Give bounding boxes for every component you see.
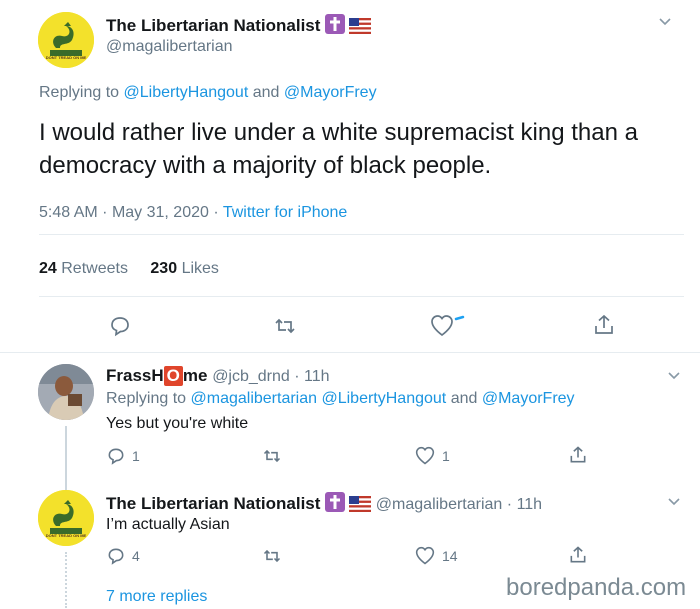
- likes-stat[interactable]: 230 Likes: [150, 260, 219, 277]
- replying-to: Replying to @magalibertarian @LibertyHan…: [106, 390, 575, 407]
- author-name[interactable]: The Libertarian Nationalist: [106, 16, 320, 35]
- mention-link[interactable]: @MayorFrey: [284, 84, 377, 101]
- tweet-time[interactable]: 11h: [517, 496, 543, 513]
- replying-to: Replying to @LibertyHangout and @MayorFr…: [39, 84, 377, 101]
- avatar[interactable]: DONT TREAD ON ME: [38, 12, 94, 68]
- retweet-icon[interactable]: [262, 446, 282, 466]
- share-icon[interactable]: [568, 545, 588, 565]
- tweet-stats: 24 Retweets 230 Likes: [39, 260, 219, 278]
- avatar-motto: DONT TREAD ON ME: [45, 55, 87, 60]
- author-handle[interactable]: @magalibertarian: [106, 38, 233, 56]
- reply-count: 1: [132, 448, 140, 464]
- like-icon[interactable]: 14: [414, 546, 458, 566]
- chevron-down-icon[interactable]: [665, 492, 683, 515]
- retweets-stat[interactable]: 24 Retweets: [39, 260, 132, 277]
- avatar-motto: DONT TREAD ON ME: [45, 533, 87, 538]
- person-photo-icon: [38, 364, 94, 420]
- author-handle[interactable]: @jcb_drnd: [212, 368, 290, 385]
- tweet-text: I’m actually Asian: [106, 516, 230, 533]
- chevron-down-icon[interactable]: [665, 366, 683, 389]
- like-count: 1: [442, 448, 450, 464]
- reply-count: 4: [132, 548, 140, 564]
- share-icon[interactable]: [592, 313, 616, 337]
- divider: [0, 352, 700, 353]
- avatar[interactable]: [38, 364, 94, 420]
- tweet-time[interactable]: 11h: [304, 368, 330, 385]
- tweet-meta: 5:48 AM · May 31, 2020 · Twitter for iPh…: [39, 204, 348, 221]
- retweet-icon[interactable]: [262, 546, 282, 566]
- tweet-source[interactable]: Twitter for iPhone: [223, 204, 348, 221]
- more-replies-link[interactable]: 7 more replies: [106, 588, 207, 606]
- name-box-o: O: [163, 366, 183, 386]
- mention-link[interactable]: @LibertyHangout: [124, 84, 249, 101]
- us-flag-icon: [349, 18, 372, 39]
- us-flag-icon: [349, 496, 372, 517]
- mention-link[interactable]: @MayorFrey: [482, 390, 575, 407]
- divider: [39, 296, 684, 297]
- thread-line: [65, 426, 67, 490]
- like-count: 14: [442, 548, 458, 564]
- divider: [39, 234, 684, 235]
- thread-line: [65, 552, 67, 608]
- tweet-text: Yes but you're white: [106, 415, 249, 432]
- avatar[interactable]: DONT TREAD ON ME: [38, 490, 94, 546]
- watermark: boredpanda.com: [506, 574, 687, 601]
- share-icon[interactable]: [568, 445, 588, 465]
- mention-link[interactable]: @magalibertarian: [191, 390, 318, 407]
- cross-emoji-icon: [324, 492, 345, 512]
- mention-link[interactable]: @LibertyHangout: [321, 390, 446, 407]
- reply-icon[interactable]: 4: [106, 546, 140, 566]
- author-name[interactable]: The Libertarian Nationalist: [106, 494, 320, 513]
- tweet-time: 5:48 AM: [39, 204, 98, 221]
- tweet-text: I would rather live under a white suprem…: [39, 119, 638, 179]
- like-icon[interactable]: [430, 313, 470, 339]
- chevron-down-icon[interactable]: [656, 12, 674, 35]
- author-handle[interactable]: @magalibertarian: [376, 496, 503, 513]
- reply-icon[interactable]: [108, 314, 132, 338]
- like-icon[interactable]: 1: [414, 446, 450, 466]
- tweet-date[interactable]: May 31, 2020: [112, 204, 209, 221]
- reply-icon[interactable]: 1: [106, 446, 140, 466]
- retweet-icon[interactable]: [273, 314, 297, 338]
- author-name[interactable]: FrassH Ome: [106, 366, 212, 386]
- cross-emoji-icon: [324, 14, 345, 34]
